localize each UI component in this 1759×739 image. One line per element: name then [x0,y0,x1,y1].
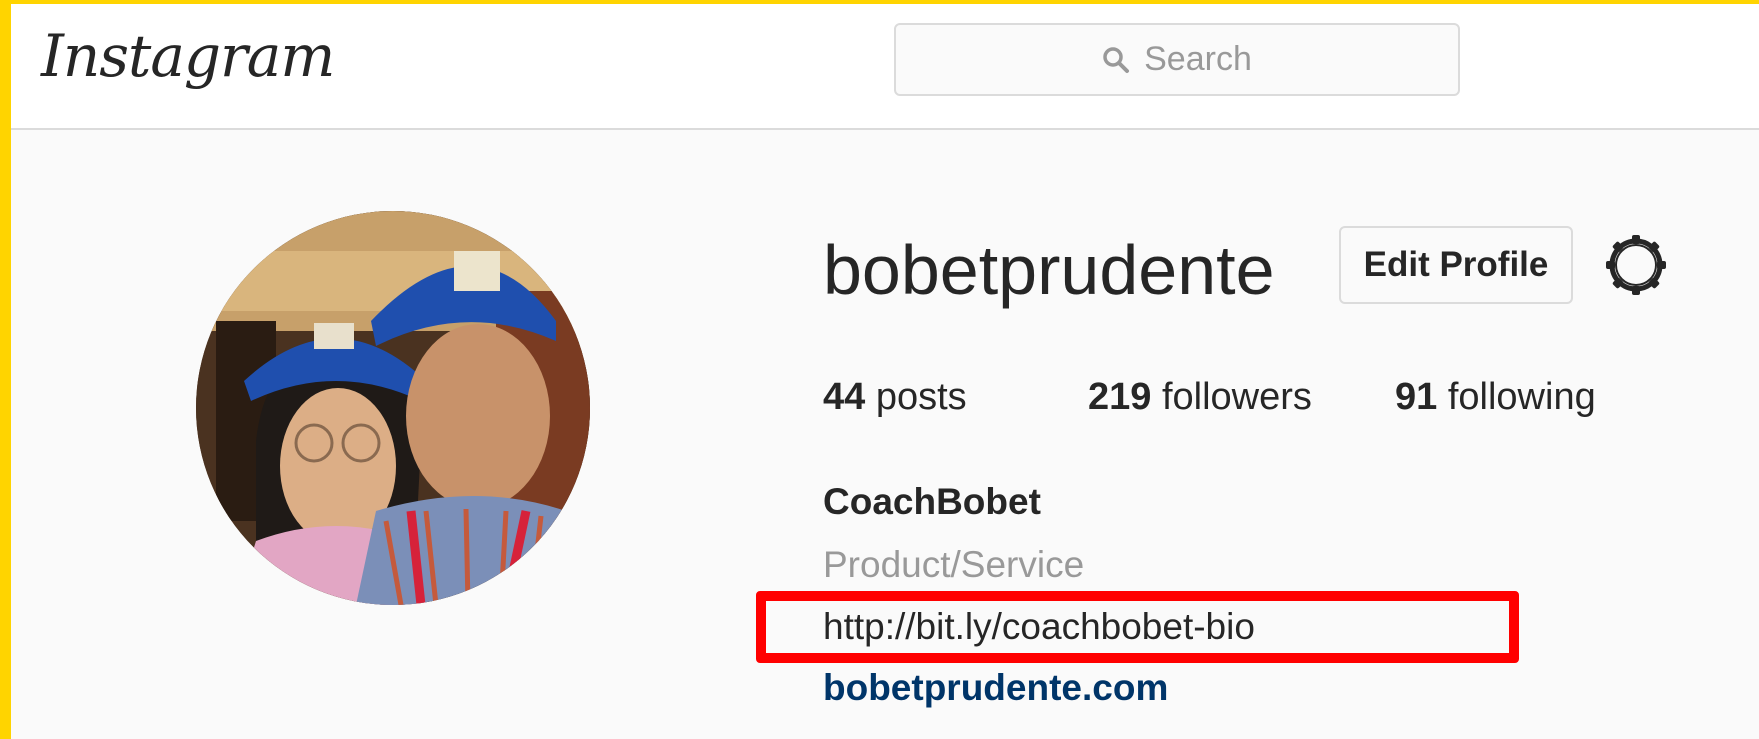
followers-label: followers [1161,376,1312,418]
posts-label: posts [875,376,967,418]
website-link[interactable]: bobetprudente.com [823,667,1168,709]
following-count: 91 [1395,376,1438,418]
followers-stat[interactable]: 219 followers [1088,376,1312,419]
instagram-window: Instagram Search bobetprudente Edit Prof… [11,4,1759,739]
profile-username: bobetprudente [823,231,1275,309]
following-stat[interactable]: 91 following [1395,376,1596,419]
gear-icon[interactable] [1603,232,1669,298]
followers-count: 219 [1088,376,1152,418]
instagram-logo[interactable]: Instagram [41,22,335,90]
edit-profile-button[interactable]: Edit Profile [1339,226,1573,304]
profile-category: Product/Service [823,544,1085,585]
avatar-photo [196,211,590,605]
top-navigation-bar: Instagram Search [11,4,1759,130]
search-icon [1102,46,1130,74]
profile-avatar[interactable] [196,211,590,605]
following-label: following [1447,376,1596,418]
posts-count: 44 [823,376,866,418]
search-placeholder: Search [1144,40,1252,78]
posts-stat[interactable]: 44 posts [823,376,967,419]
profile-full-name: CoachBobet [823,481,1041,522]
bio-link-text: http://bit.ly/coachbobet-bio [823,606,1255,647]
search-input[interactable]: Search [894,23,1460,96]
